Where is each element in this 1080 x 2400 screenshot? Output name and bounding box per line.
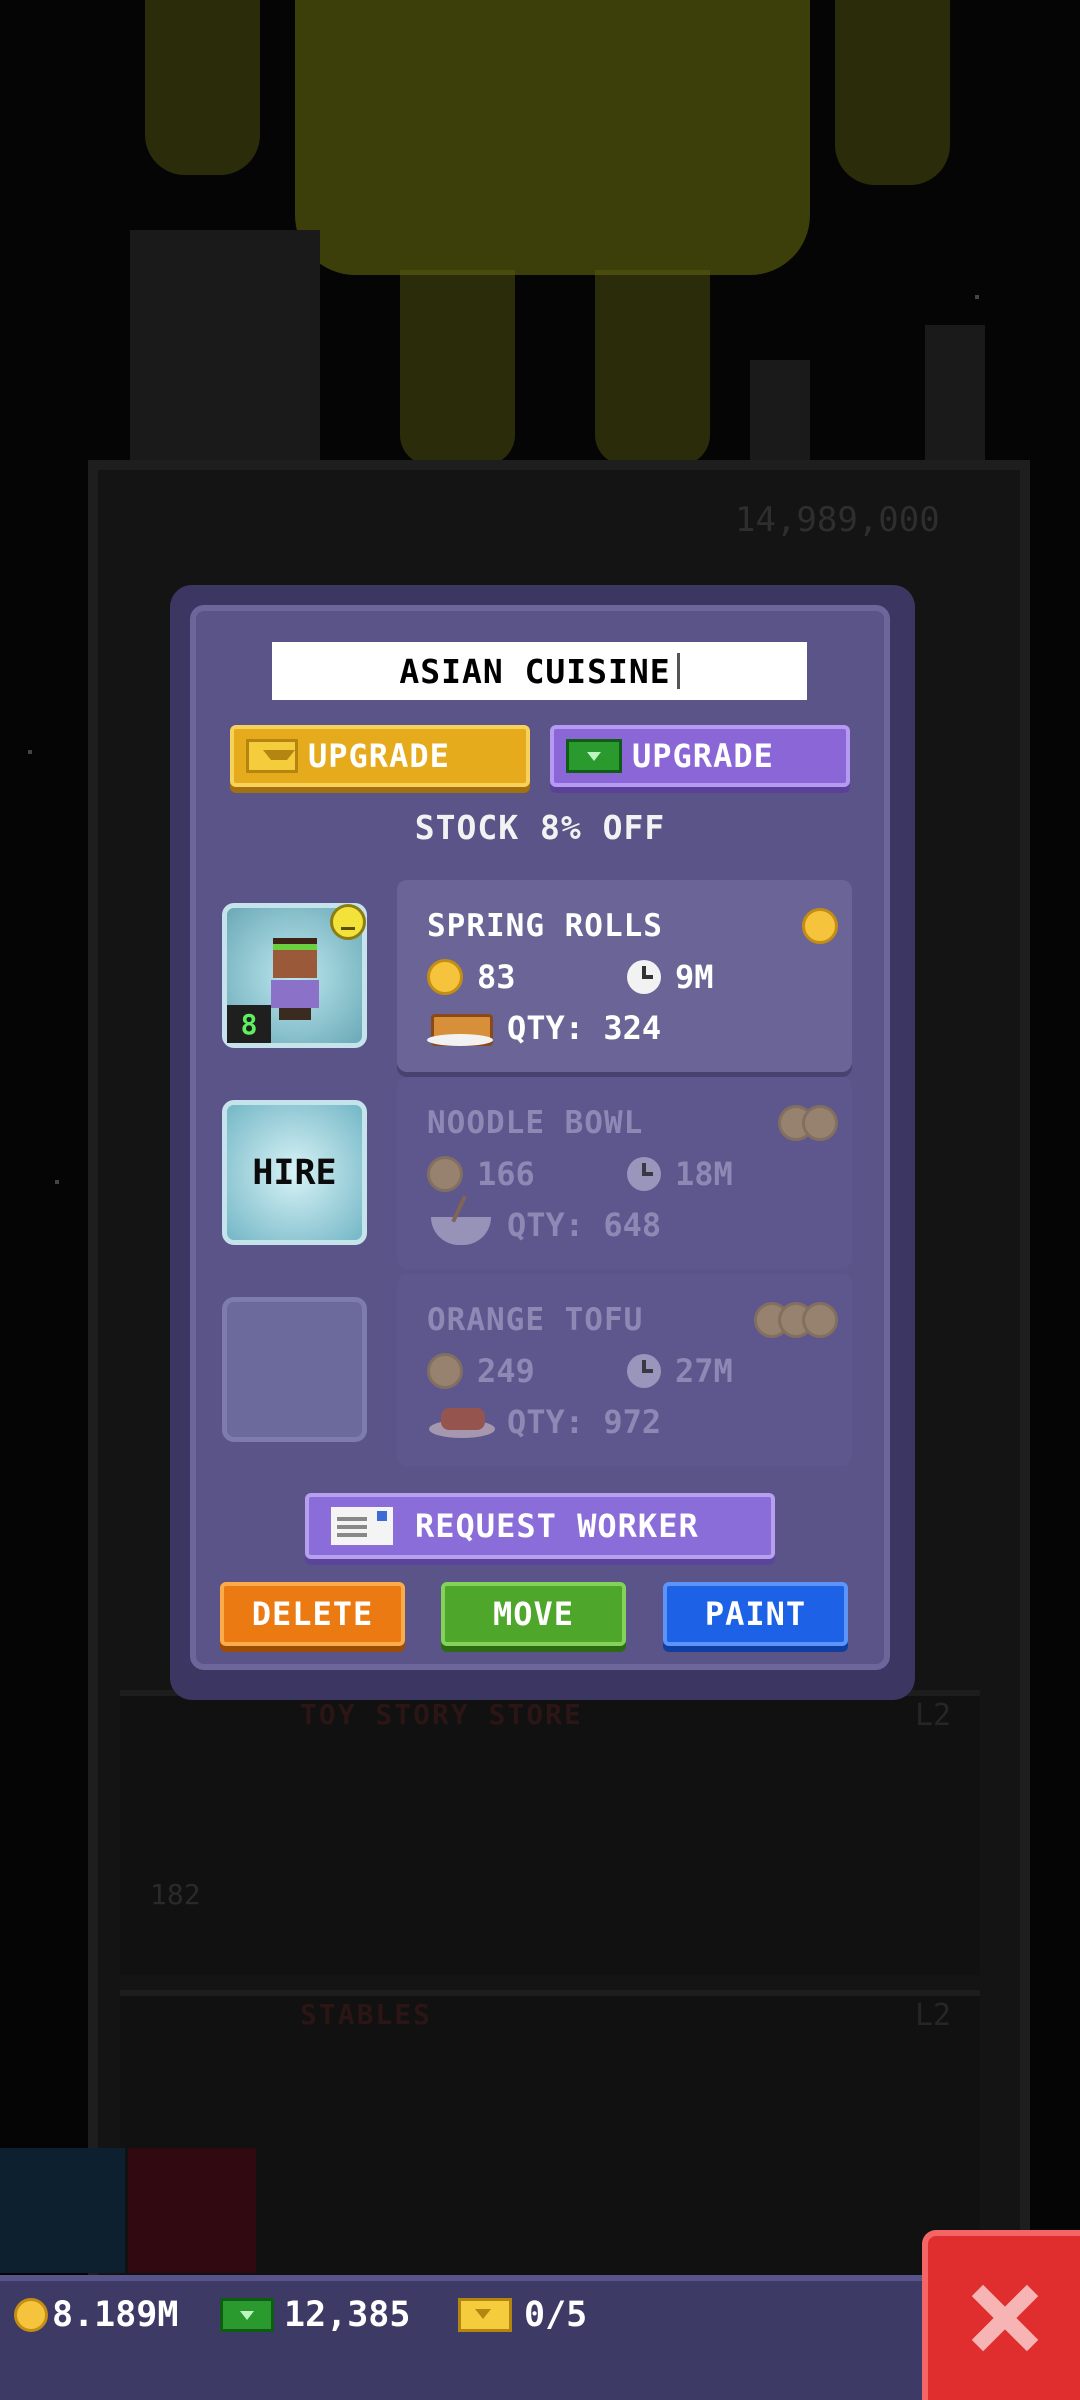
star-decoration	[28, 750, 32, 754]
worker-slot-locked	[222, 1297, 367, 1442]
android-figure	[295, 0, 810, 275]
coin-icon	[802, 1105, 838, 1141]
upgrade-label: UPGRADE	[308, 737, 450, 775]
bux-value: 12,385	[284, 2295, 411, 2335]
resource-bar	[0, 2275, 925, 2400]
bux-counter: 12,385	[220, 2295, 410, 2335]
stock-qty-value: QTY: 324	[507, 1009, 662, 1047]
clock-icon	[627, 960, 661, 994]
stock-price: 83	[427, 958, 516, 996]
stock-time-value: 18M	[675, 1155, 733, 1193]
ticket-icon	[458, 2298, 512, 2332]
clock-icon	[627, 1354, 661, 1388]
coins-value: 8.189M	[52, 2295, 179, 2335]
hire-label: HIRE	[252, 1152, 337, 1193]
stock-price-value: 166	[477, 1155, 535, 1193]
bux-icon	[566, 739, 622, 773]
stock-name: ORANGE TOFU	[427, 1302, 644, 1338]
coin-icon	[14, 2298, 48, 2332]
spring-rolls-icon	[427, 1008, 497, 1048]
text-caret	[676, 653, 680, 689]
coin-icon	[802, 908, 838, 944]
stock-name: NOODLE BOWL	[427, 1105, 644, 1141]
android-leg-left	[400, 270, 515, 465]
floor-name-text: ASIAN CUISINE	[399, 651, 671, 691]
coin-icon	[427, 1353, 463, 1389]
floor-name: TOY STORY STORE	[300, 1698, 583, 1731]
star-decoration	[975, 295, 979, 299]
stock-item-orange-tofu[interactable]: ORANGE TOFU 249 27M QTY: 972	[397, 1274, 852, 1466]
stock-price: 249	[427, 1352, 535, 1390]
floor-name-input[interactable]: ASIAN CUISINE	[272, 642, 807, 700]
hire-worker-button[interactable]: HIRE	[222, 1100, 367, 1245]
request-worker-button[interactable]: REQUEST WORKER	[305, 1493, 775, 1559]
stock-item-spring-rolls[interactable]: SPRING ROLLS 83 9M QTY: 324	[397, 880, 852, 1072]
paint-button[interactable]: PAINT	[663, 1582, 848, 1646]
upgrade-with-bux-button[interactable]: UPGRADE	[550, 725, 850, 787]
bux-icon	[220, 2298, 274, 2332]
stock-qty: QTY: 648	[427, 1205, 661, 1245]
delete-label: DELETE	[251, 1595, 374, 1633]
coin-icon	[427, 959, 463, 995]
star-decoration	[55, 1180, 59, 1184]
background-building	[130, 230, 320, 460]
stock-time: 27M	[627, 1352, 733, 1390]
stock-discount-label: STOCK 8% OFF	[414, 808, 666, 847]
stock-qty: QTY: 972	[427, 1402, 661, 1442]
tickets-value: 0/5	[524, 2295, 588, 2335]
background-building	[750, 360, 810, 460]
stock-item-noodle-bowl[interactable]: NOODLE BOWL 166 18M QTY: 648	[397, 1077, 852, 1269]
ticket-icon	[246, 739, 298, 773]
move-label: MOVE	[492, 1595, 575, 1633]
floor-number: 182	[150, 1878, 201, 1911]
stock-price-value: 83	[477, 958, 516, 996]
close-icon	[969, 2283, 1039, 2353]
coins-counter: 8.189M	[14, 2295, 178, 2335]
stock-time-value: 27M	[675, 1352, 733, 1390]
paint-label: PAINT	[704, 1595, 807, 1633]
coin-tier-icons	[802, 908, 838, 944]
stock-qty: QTY: 324	[427, 1008, 661, 1048]
stock-time: 18M	[627, 1155, 733, 1193]
stock-qty-value: QTY: 648	[507, 1206, 662, 1244]
delete-button[interactable]: DELETE	[220, 1582, 405, 1646]
tower-price: 14,989,000	[735, 500, 940, 540]
coin-tier-icons	[754, 1302, 838, 1338]
elevator-tool-button	[0, 2148, 125, 2273]
stock-name: SPRING ROLLS	[427, 908, 663, 944]
stock-qty-value: QTY: 972	[507, 1403, 662, 1441]
mood-icon	[330, 904, 366, 940]
scroll-tool-button	[128, 2148, 256, 2273]
floor-level: L2	[915, 1698, 952, 1733]
clock-icon	[627, 1157, 661, 1191]
upgrade-label: UPGRADE	[632, 737, 774, 775]
close-button[interactable]	[922, 2230, 1080, 2400]
worker-slot-1[interactable]: 8	[222, 903, 367, 1048]
android-leg-right	[595, 270, 710, 465]
tickets-counter: 0/5	[458, 2295, 587, 2335]
worker-avatar	[269, 938, 319, 1020]
envelope-icon	[331, 1507, 393, 1545]
floor-name: STABLES	[300, 1998, 433, 2031]
stock-time: 9M	[627, 958, 714, 996]
noodle-bowl-icon	[427, 1205, 497, 1245]
stock-price: 166	[427, 1155, 535, 1193]
android-arm-left	[145, 0, 260, 175]
floor-level: L2	[915, 1998, 952, 2033]
android-arm-right	[835, 0, 950, 185]
stock-price-value: 249	[477, 1352, 535, 1390]
coin-tier-icons	[778, 1105, 838, 1141]
worker-level-badge: 8	[227, 1005, 271, 1043]
floor-toy-story-store	[120, 1690, 980, 1975]
orange-tofu-icon	[427, 1402, 497, 1442]
coin-icon	[802, 1302, 838, 1338]
move-button[interactable]: MOVE	[441, 1582, 626, 1646]
coin-icon	[427, 1156, 463, 1192]
request-worker-label: REQUEST WORKER	[415, 1507, 699, 1545]
stock-time-value: 9M	[675, 958, 714, 996]
upgrade-with-tickets-button[interactable]: UPGRADE	[230, 725, 530, 787]
background-building	[925, 325, 985, 460]
